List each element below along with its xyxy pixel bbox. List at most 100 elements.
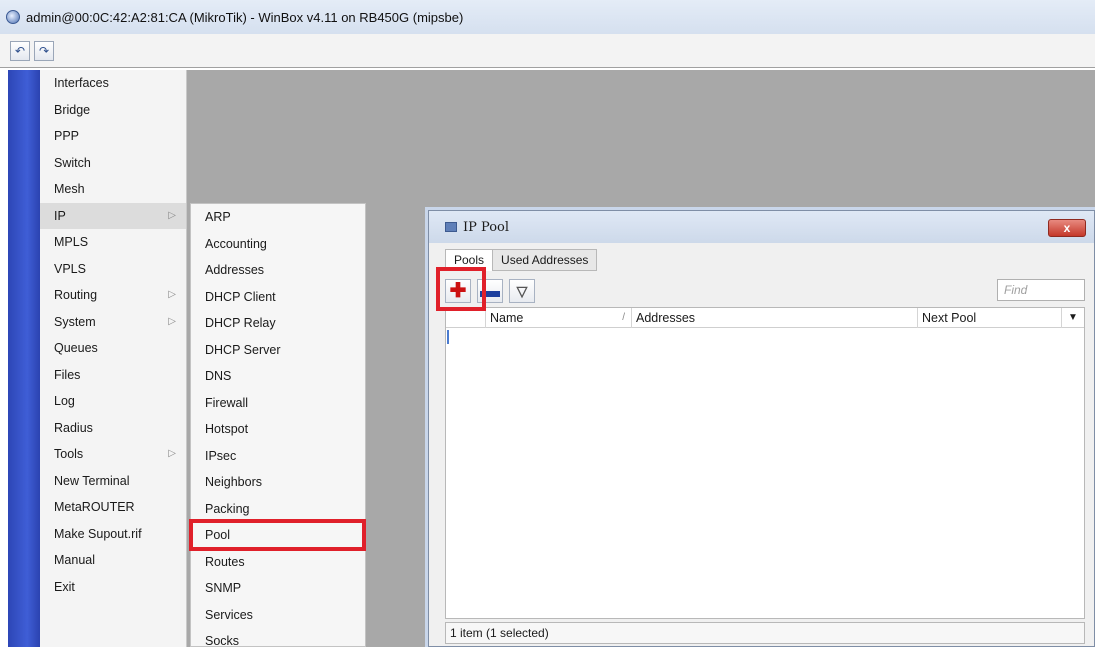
menu-item-label: Radius xyxy=(54,420,93,435)
menu-item-label: IP xyxy=(54,208,66,223)
table-header: Name / Addresses Next Pool ▼ xyxy=(446,307,1084,328)
winbox-side-strip xyxy=(8,70,40,647)
column-header-next-pool[interactable]: Next Pool xyxy=(918,307,1062,328)
submenu-item-socks[interactable]: Socks xyxy=(191,628,365,647)
menu-item-vpls[interactable]: VPLS xyxy=(40,256,186,283)
submenu-item-dns[interactable]: DNS xyxy=(191,363,365,390)
undo-icon[interactable]: ↶ xyxy=(10,40,30,61)
ip-pool-title-bar[interactable]: IP Pool xyxy=(429,211,1094,243)
submenu-item-label: IPsec xyxy=(205,448,237,463)
submenu-item-dhcp-client[interactable]: DHCP Client xyxy=(191,284,365,311)
submenu-item-label: DHCP Relay xyxy=(205,316,276,331)
menu-item-label: Manual xyxy=(54,553,95,568)
status-bar: 1 item (1 selected) xyxy=(445,622,1085,644)
menu-item-label: Interfaces xyxy=(54,76,109,91)
submenu-item-snmp[interactable]: SNMP xyxy=(191,575,365,602)
menu-item-label: Exit xyxy=(54,579,75,594)
title-bar: admin@00:0C:42:A2:81:CA (MikroTik) - Win… xyxy=(0,0,1095,34)
submenu-item-addresses[interactable]: Addresses xyxy=(191,257,365,284)
column-label: Next Pool xyxy=(922,310,977,325)
menu-item-routing[interactable]: Routing ▷ xyxy=(40,282,186,309)
menu-item-mesh[interactable]: Mesh xyxy=(40,176,186,203)
menu-item-queues[interactable]: Queues xyxy=(40,335,186,362)
menu-item-tools[interactable]: Tools ▷ xyxy=(40,441,186,468)
submenu-item-dhcp-server[interactable]: DHCP Server xyxy=(191,337,365,364)
submenu-item-label: DNS xyxy=(205,369,232,384)
submenu-item-neighbors[interactable]: Neighbors xyxy=(191,469,365,496)
submenu-item-services[interactable]: Services xyxy=(191,602,365,629)
menu-item-metarouter[interactable]: MetaROUTER xyxy=(40,494,186,521)
ip-pool-window: IP Pool x Pools Used Addresses ✚ ▬ ▽ Fin… xyxy=(428,210,1095,647)
submenu-item-label: DHCP Client xyxy=(205,289,276,304)
menu-item-exit[interactable]: Exit xyxy=(40,574,186,601)
column-header-name[interactable]: Name / xyxy=(486,307,632,328)
menu-item-mpls[interactable]: MPLS xyxy=(40,229,186,256)
menu-item-label: Bridge xyxy=(54,102,91,117)
submenu-item-accounting[interactable]: Accounting xyxy=(191,231,365,258)
menu-item-radius[interactable]: Radius xyxy=(40,415,186,442)
submenu-item-label: Routes xyxy=(205,554,245,569)
status-text: 1 item (1 selected) xyxy=(450,626,549,640)
submenu-item-label: Services xyxy=(205,607,253,622)
columns-dropdown-icon[interactable]: ▼ xyxy=(1062,308,1084,328)
submenu-item-firewall[interactable]: Firewall xyxy=(191,390,365,417)
menu-item-label: MetaROUTER xyxy=(54,500,135,515)
submenu-item-hotspot[interactable]: Hotspot xyxy=(191,416,365,443)
toolbar: ↶ ↷ xyxy=(0,34,1095,68)
submenu-item-label: ARP xyxy=(205,210,231,225)
menu-item-label: Make Supout.rif xyxy=(54,526,142,541)
menu-item-label: MPLS xyxy=(54,235,89,250)
submenu-item-dhcp-relay[interactable]: DHCP Relay xyxy=(191,310,365,337)
menu-item-new-terminal[interactable]: New Terminal xyxy=(40,468,186,495)
menu-item-label: Switch xyxy=(54,155,91,170)
submenu-item-arp[interactable]: ARP xyxy=(191,204,365,231)
menu-item-manual[interactable]: Manual xyxy=(40,547,186,574)
tab-label: Used Addresses xyxy=(501,253,589,267)
menu-item-files[interactable]: Files xyxy=(40,362,186,389)
pools-table: Name / Addresses Next Pool ▼ xyxy=(445,307,1085,619)
filter-icon: ▽ xyxy=(516,282,528,299)
menu-item-label: Queues xyxy=(54,341,98,356)
column-header-addresses[interactable]: Addresses xyxy=(632,307,918,328)
selected-row-marker[interactable] xyxy=(447,330,449,344)
submenu-item-ipsec[interactable]: IPsec xyxy=(191,443,365,470)
submenu-arrow-icon: ▷ xyxy=(168,289,176,300)
filter-button[interactable]: ▽ xyxy=(509,279,535,303)
submenu-arrow-icon: ▷ xyxy=(168,315,176,327)
submenu-arrow-icon: ▷ xyxy=(168,209,176,221)
redo-icon[interactable]: ↷ xyxy=(34,40,54,61)
pool-toolbar: ✚ ▬ ▽ Find xyxy=(445,277,1085,305)
menu-item-label: New Terminal xyxy=(54,473,130,488)
column-label: Name xyxy=(490,310,524,325)
submenu-item-label: Firewall xyxy=(205,395,249,410)
menu-item-label: Mesh xyxy=(54,182,85,197)
submenu-item-routes[interactable]: Routes xyxy=(191,549,365,576)
menu-item-interfaces[interactable]: Interfaces xyxy=(40,70,186,97)
main-menu: Interfaces Bridge PPP Switch Mesh IP ▷ MP… xyxy=(40,70,187,647)
menu-item-switch[interactable]: Switch xyxy=(40,150,186,177)
menu-item-ip[interactable]: IP ▷ xyxy=(40,202,186,229)
menu-item-bridge[interactable]: Bridge xyxy=(40,97,186,124)
submenu-arrow-icon: ▷ xyxy=(168,448,176,459)
tab-used-addresses[interactable]: Used Addresses xyxy=(492,249,598,271)
menu-item-system[interactable]: System ▷ xyxy=(40,309,186,336)
menu-item-ppp[interactable]: PPP xyxy=(40,123,186,150)
menu-item-log[interactable]: Log xyxy=(40,388,186,415)
submenu-item-label: DHCP Server xyxy=(205,342,281,357)
close-icon: x xyxy=(1063,221,1071,235)
pool-highlight-box xyxy=(189,519,366,551)
submenu-item-label: SNMP xyxy=(205,581,242,596)
find-input[interactable]: Find xyxy=(997,279,1085,301)
menu-item-label: System xyxy=(54,314,96,329)
menu-item-label: PPP xyxy=(54,129,80,144)
window-icon xyxy=(445,222,457,232)
sort-icon: / xyxy=(622,312,625,323)
menu-item-make-supout[interactable]: Make Supout.rif xyxy=(40,521,186,548)
winbox-icon xyxy=(6,10,20,24)
menu-item-label: VPLS xyxy=(54,261,86,276)
tab-label: Pools xyxy=(454,253,485,267)
ip-submenu: ARP Accounting Addresses DHCP Client DHC… xyxy=(190,203,366,647)
add-button-highlight-box xyxy=(436,267,486,311)
ip-pool-title: IP Pool xyxy=(463,219,510,235)
close-button[interactable]: x xyxy=(1048,219,1086,237)
